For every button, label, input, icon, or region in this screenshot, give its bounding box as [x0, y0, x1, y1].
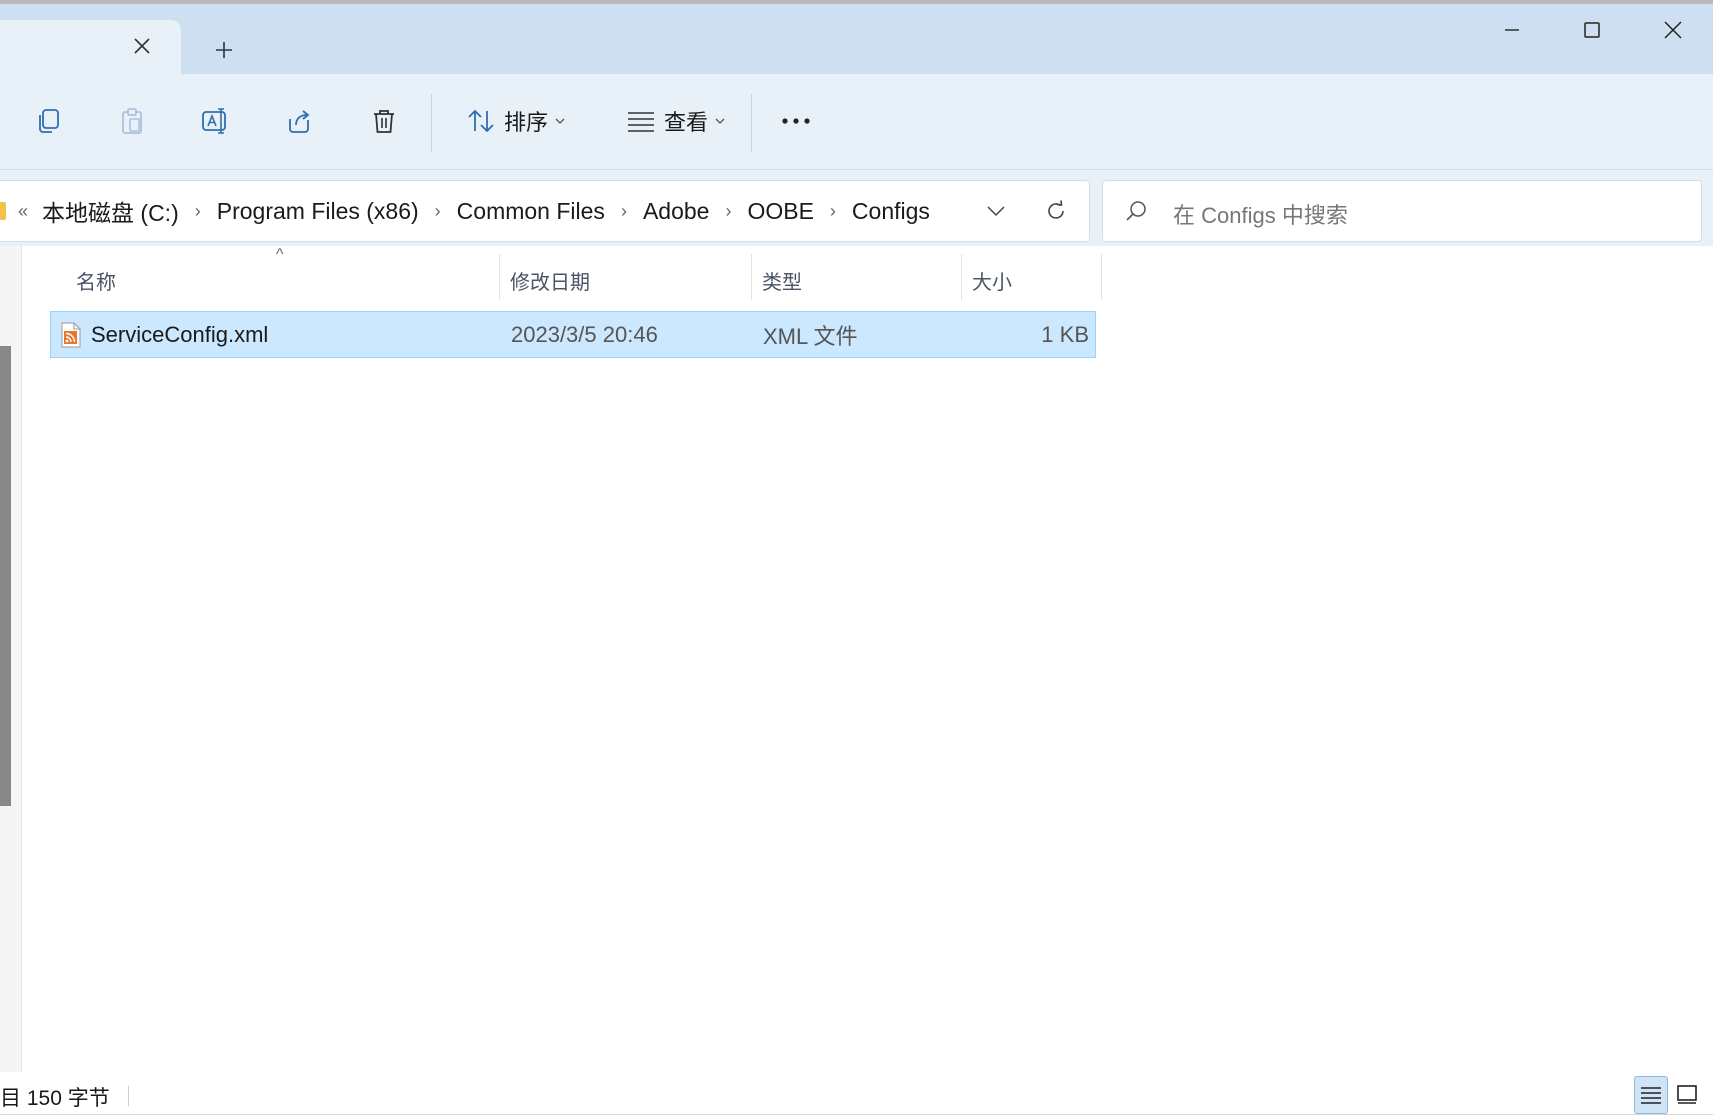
address-row: « 本地磁盘 (C:) › Program Files (x86) › Comm…	[0, 170, 1713, 246]
window-top-border	[0, 0, 1713, 4]
chevron-down-icon	[987, 206, 1005, 217]
delete-button[interactable]	[360, 96, 408, 146]
column-header-name[interactable]: 名称	[76, 254, 496, 306]
address-bar[interactable]: « 本地磁盘 (C:) › Program Files (x86) › Comm…	[0, 180, 1090, 242]
file-modified: 2023/3/5 20:46	[511, 321, 658, 347]
window-close-button[interactable]	[1643, 10, 1703, 50]
file-row-selected[interactable]: ServiceConfig.xml 2023/3/5 20:46 XML 文件 …	[50, 311, 1096, 358]
file-type: XML 文件	[763, 323, 858, 349]
search-input[interactable]: 在 Configs 中搜索	[1173, 198, 1348, 230]
refresh-button[interactable]	[1040, 195, 1072, 227]
breadcrumb: « 本地磁盘 (C:) › Program Files (x86) › Comm…	[0, 181, 934, 241]
column-divider[interactable]	[1101, 254, 1102, 300]
breadcrumb-separator[interactable]: ›	[609, 201, 639, 222]
column-header-size[interactable]: 大小	[972, 254, 1100, 306]
toolbar-separator	[431, 94, 432, 152]
command-bar: 排序 查看	[0, 74, 1713, 170]
sort-button[interactable]: 排序	[452, 96, 580, 146]
navigation-pane	[0, 246, 22, 1072]
maximize-icon	[1584, 22, 1600, 38]
sort-icon	[468, 109, 494, 133]
details-view-icon	[1641, 1087, 1661, 1104]
file-list-area: ^ 名称 修改日期 类型 大小 ServiceConfig.xml 2023/3…	[0, 246, 1713, 1115]
details-view-button[interactable]	[1634, 1076, 1668, 1114]
status-bar: 目 150 字节	[0, 1072, 1713, 1115]
plus-icon	[216, 42, 232, 58]
breadcrumb-separator[interactable]: ›	[713, 201, 743, 222]
rename-icon	[202, 108, 226, 134]
share-button[interactable]	[276, 96, 324, 146]
column-divider[interactable]	[961, 254, 962, 300]
column-divider[interactable]	[499, 254, 500, 300]
paste-icon	[122, 108, 142, 134]
thumbnail-view-button[interactable]	[1670, 1076, 1704, 1114]
new-tab-button[interactable]	[208, 34, 240, 66]
share-icon	[289, 110, 310, 133]
chevron-down-icon	[555, 118, 565, 124]
copy-button[interactable]	[24, 96, 72, 146]
column-header-modified[interactable]: 修改日期	[510, 254, 750, 306]
refresh-icon	[1048, 200, 1064, 219]
xml-file-icon	[61, 322, 81, 348]
tiles-view-icon	[1677, 1085, 1697, 1104]
breadcrumb-item-adobe[interactable]: Adobe	[639, 198, 714, 225]
file-size: 1 KB	[1041, 321, 1089, 347]
chevron-down-icon	[715, 118, 725, 124]
maximize-button[interactable]	[1562, 10, 1622, 50]
search-box[interactable]: 在 Configs 中搜索	[1102, 180, 1702, 242]
view-button[interactable]: 查看	[612, 96, 740, 146]
breadcrumb-separator[interactable]: ›	[183, 201, 213, 222]
close-icon	[134, 38, 150, 54]
address-history-button[interactable]	[980, 197, 1012, 225]
delete-icon	[374, 110, 394, 133]
toolbar-separator	[751, 94, 752, 152]
status-separator	[128, 1086, 129, 1106]
navigation-scrollbar[interactable]	[0, 346, 11, 806]
breadcrumb-item-configs[interactable]: Configs	[848, 198, 934, 225]
paste-button[interactable]	[108, 96, 156, 146]
status-text: 目 150 字节	[0, 1087, 110, 1110]
breadcrumb-separator[interactable]: ›	[818, 201, 848, 222]
title-bar	[0, 0, 1713, 76]
rename-button[interactable]	[192, 96, 240, 146]
breadcrumb-overflow[interactable]: «	[18, 201, 38, 222]
breadcrumb-item-common-files[interactable]: Common Files	[453, 198, 609, 225]
close-icon	[1664, 21, 1682, 39]
folder-icon	[0, 202, 6, 220]
breadcrumb-item-oobe[interactable]: OOBE	[743, 198, 817, 225]
minimize-button[interactable]	[1482, 10, 1542, 50]
breadcrumb-item-drive[interactable]: 本地磁盘 (C:)	[38, 194, 183, 228]
sort-label: 排序	[503, 110, 548, 135]
breadcrumb-item-program-files[interactable]: Program Files (x86)	[213, 198, 423, 225]
copy-icon	[39, 109, 59, 133]
list-view-icon	[627, 112, 654, 132]
more-options-button[interactable]	[772, 96, 820, 146]
breadcrumb-separator[interactable]: ›	[423, 201, 453, 222]
more-icon	[782, 118, 810, 124]
tab-close-button[interactable]	[128, 32, 156, 60]
file-name: ServiceConfig.xml	[91, 321, 269, 347]
column-header-type[interactable]: 类型	[762, 254, 960, 306]
minimize-icon	[1505, 29, 1519, 31]
search-icon	[1126, 201, 1146, 221]
column-divider[interactable]	[751, 254, 752, 300]
view-label: 查看	[663, 110, 708, 135]
